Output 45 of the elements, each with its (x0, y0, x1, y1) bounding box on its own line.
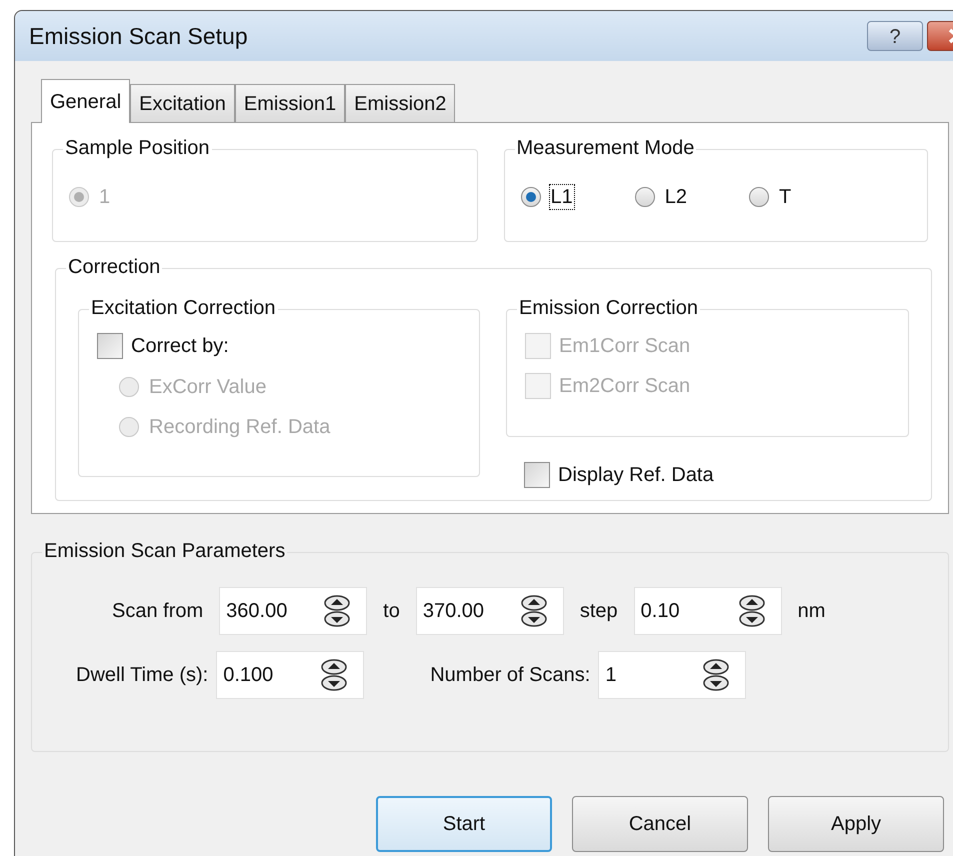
spin-box[interactable]: 360.00 (219, 587, 368, 635)
radio-button[interactable] (634, 187, 655, 207)
spin-box[interactable]: 370.00 (416, 587, 564, 635)
spin-box[interactable]: 1 (598, 651, 746, 699)
spin-arrows-icon[interactable] (319, 657, 350, 693)
checkbox-label: Em1Corr Scan (559, 334, 690, 359)
help-button[interactable]: ? (867, 21, 923, 51)
radio-label: Recording Ref. Data (148, 415, 332, 440)
tab[interactable]: Excitation (130, 84, 235, 122)
spin-value: 1 (605, 663, 618, 688)
radio-label: L1 (548, 184, 575, 210)
checkbox[interactable] (524, 462, 550, 488)
tab[interactable]: Emission2 (345, 84, 456, 122)
spin-box[interactable]: 0.100 (216, 651, 364, 699)
spin-value: 360.00 (226, 599, 288, 624)
spin-arrows-icon[interactable] (701, 657, 732, 693)
radio-button[interactable] (749, 187, 769, 207)
spin-box[interactable]: 0.10 (634, 587, 782, 635)
radio-label: L2 (664, 185, 688, 210)
checkbox-label: Em2Corr Scan (559, 374, 690, 399)
radio-button[interactable] (520, 187, 540, 207)
tab[interactable]: General (41, 79, 130, 123)
dialog-button[interactable]: Apply (768, 796, 944, 852)
radio-label: 1 (98, 185, 112, 210)
tab[interactable]: Emission1 (234, 84, 346, 122)
field-label: step (580, 599, 618, 624)
checkbox-label: Display Ref. Data (558, 463, 714, 488)
spin-value: 0.10 (640, 599, 681, 624)
spin-arrows-icon[interactable] (736, 593, 767, 629)
radio-label: T (778, 185, 792, 210)
radio-label: ExCorr Value (148, 375, 268, 400)
spin-value: 370.00 (422, 599, 486, 624)
field-label: Dwell Time (s): (76, 663, 208, 688)
dialog-button[interactable]: Cancel (572, 796, 748, 852)
field-label: Number of Scans: (430, 663, 590, 688)
spin-arrows-icon[interactable] (322, 593, 352, 629)
dialog-button[interactable]: Start (376, 796, 552, 852)
window-title: Emission Scan Setup (29, 22, 249, 51)
field-label: nm (798, 599, 826, 624)
checkbox[interactable] (97, 333, 123, 359)
spin-value: 0.100 (223, 663, 274, 688)
field-label: Scan from (112, 599, 204, 624)
field-label: to (383, 599, 400, 624)
spin-arrows-icon[interactable] (518, 593, 549, 629)
checkbox-label: Correct by: (131, 334, 229, 359)
